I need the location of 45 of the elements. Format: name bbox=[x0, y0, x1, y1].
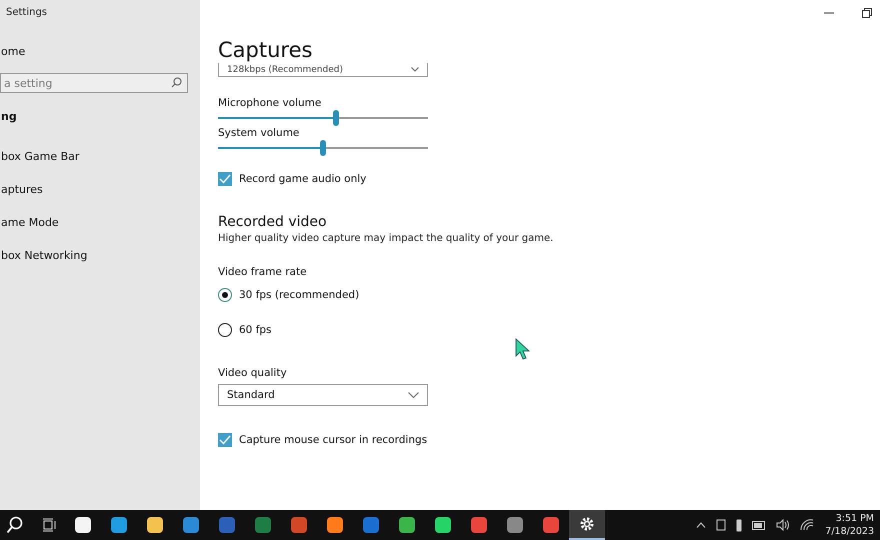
audio-quality-dropdown[interactable]: 128kbps (Recommended) bbox=[218, 63, 428, 77]
slider-thumb[interactable] bbox=[332, 110, 339, 126]
speaker-icon[interactable] bbox=[776, 519, 790, 531]
slider-label: System volume bbox=[218, 127, 300, 139]
mouse-pointer-icon bbox=[515, 338, 530, 360]
section-heading: Recorded video bbox=[218, 214, 327, 230]
battery-icon[interactable] bbox=[752, 520, 766, 530]
checkbox[interactable] bbox=[218, 433, 232, 447]
taskbar-app-button[interactable] bbox=[569, 510, 605, 540]
radio-option[interactable]: 30 fps (recommended) bbox=[218, 288, 360, 302]
section-heading: ng bbox=[1, 110, 17, 123]
gear-icon bbox=[579, 516, 595, 532]
video-quality-dropdown[interactable]: Standard bbox=[218, 384, 428, 406]
checkbox-row[interactable]: Capture mouse cursor in recordings bbox=[218, 433, 428, 447]
nav-item[interactable]: box Game Bar bbox=[1, 150, 80, 163]
radio-button[interactable] bbox=[218, 323, 232, 337]
page-title: Captures bbox=[218, 38, 312, 63]
device-icon[interactable] bbox=[716, 519, 726, 531]
volume-slider[interactable] bbox=[218, 140, 428, 156]
search-icon[interactable] bbox=[6, 516, 24, 534]
radio-option[interactable]: 60 fps bbox=[218, 323, 272, 337]
wifi-icon[interactable] bbox=[800, 519, 814, 531]
field-label: Video frame rate bbox=[218, 266, 307, 278]
section-description: Higher quality video capture may impact the quality of your game. bbox=[218, 233, 554, 244]
task-view-icon[interactable] bbox=[42, 518, 56, 532]
slider-label: Microphone volume bbox=[218, 97, 322, 109]
home-link[interactable]: ome bbox=[1, 45, 26, 58]
taskbar-clock[interactable]: 3:51 PM 7/18/2023 bbox=[825, 512, 874, 538]
volume-slider[interactable] bbox=[218, 110, 428, 126]
search-field[interactable]: a setting bbox=[0, 73, 188, 93]
checkbox-row[interactable]: Record game audio only bbox=[218, 172, 366, 186]
search-icon bbox=[171, 77, 182, 88]
radio-button[interactable] bbox=[218, 288, 232, 302]
nav-item[interactable]: aptures bbox=[1, 183, 43, 196]
chevron-down-icon bbox=[408, 392, 419, 398]
usb-drive-icon[interactable] bbox=[736, 518, 742, 532]
nav-item[interactable]: ame Mode bbox=[1, 216, 59, 229]
checkbox[interactable] bbox=[218, 172, 232, 186]
window-title: Settings bbox=[6, 7, 48, 18]
chevron-down-icon bbox=[411, 67, 419, 72]
chevron-up-icon[interactable] bbox=[696, 522, 706, 528]
slider-thumb[interactable] bbox=[320, 140, 326, 156]
field-label: Video quality bbox=[218, 367, 287, 379]
nav-item[interactable]: box Networking bbox=[1, 249, 88, 262]
restore-icon[interactable] bbox=[862, 8, 872, 18]
